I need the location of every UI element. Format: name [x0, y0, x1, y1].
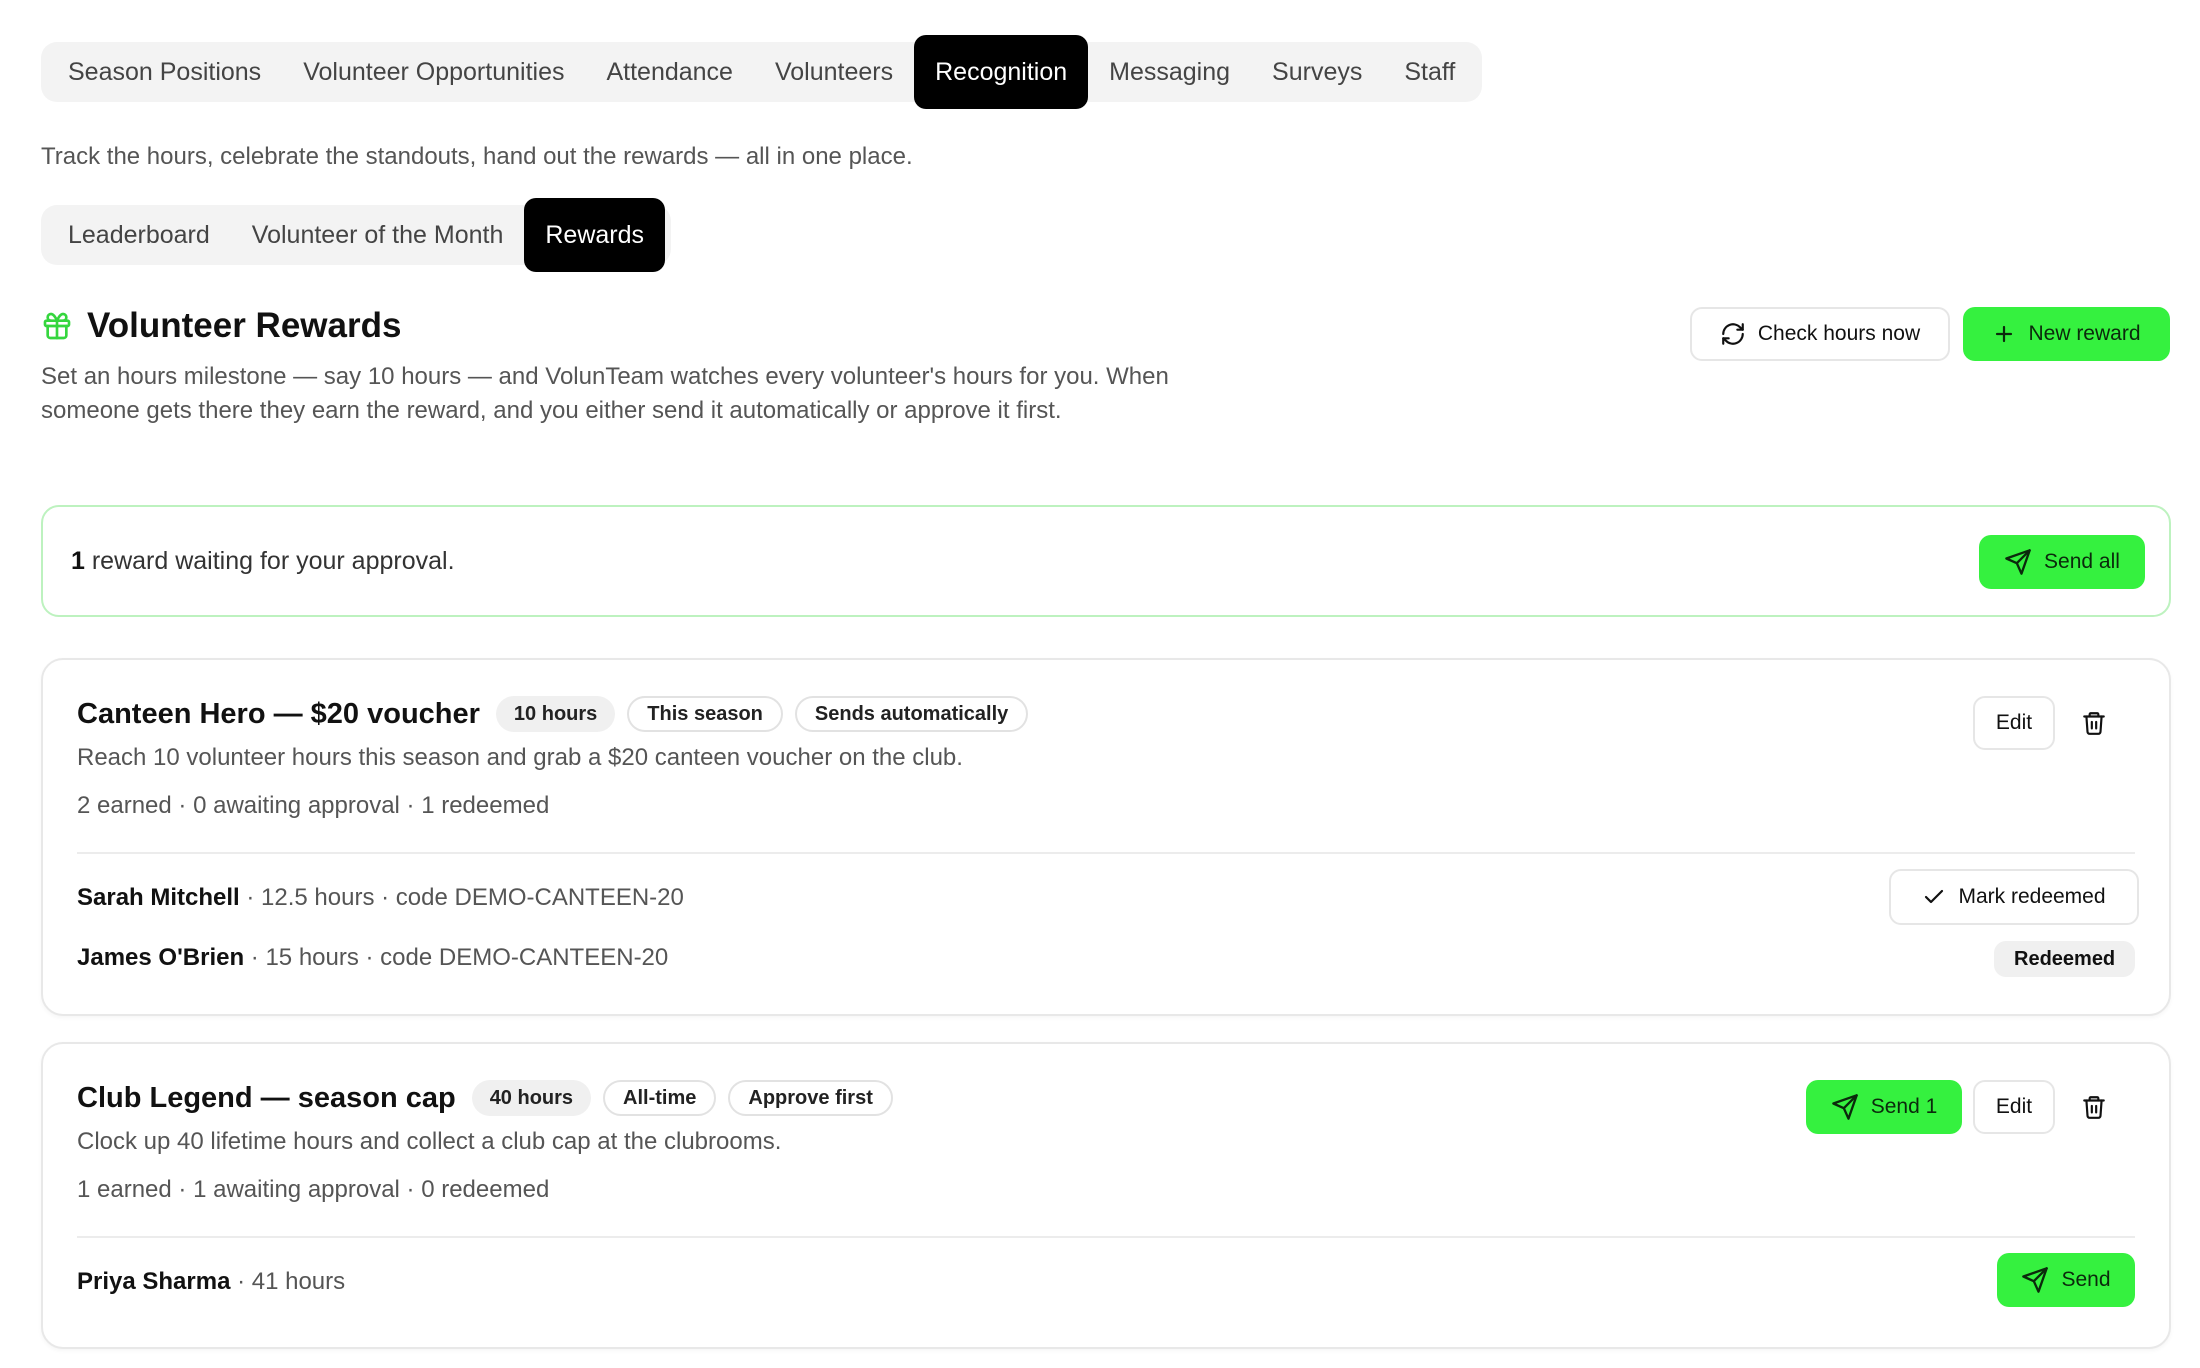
reward-title-row: Club Legend — season cap 40 hours All-ti… [77, 1080, 893, 1116]
reward-stats: 1 earned · 1 awaiting approval · 0 redee… [77, 1176, 550, 1203]
divider [77, 852, 2135, 854]
divider [77, 1236, 2135, 1238]
section-header: Volunteer Rewards [41, 306, 401, 346]
tab-attendance[interactable]: Attendance [585, 42, 754, 102]
reward-title-row: Canteen Hero — $20 voucher 10 hours This… [77, 696, 1029, 732]
page-title: Volunteer Rewards [87, 306, 402, 345]
earner-row: Sarah Mitchell · 12.5 hours · code DEMO-… [77, 884, 684, 912]
status-badge: Redeemed [1994, 941, 2136, 977]
send-one-label: Send 1 [1870, 1095, 1938, 1118]
new-reward-button[interactable]: New reward [1963, 307, 2170, 361]
earner-name: Sarah Mitchell [77, 884, 240, 911]
delivery-chip: Approve first [728, 1080, 893, 1116]
approval-text: reward waiting for your approval. [84, 547, 455, 575]
earner-detail: · 15 hours · code DEMO-CANTEEN-20 [244, 944, 669, 971]
mark-redeemed-label: Mark redeemed [1958, 885, 2106, 908]
send-icon [2004, 548, 2032, 576]
send-icon [1831, 1093, 1859, 1121]
hours-chip: 40 hours [471, 1080, 592, 1116]
top-tab-bar: Season Positions Volunteer Opportunities… [41, 35, 1483, 109]
send-all-button[interactable]: Send all [1979, 535, 2145, 589]
edit-button[interactable]: Edit [1973, 1080, 2055, 1134]
earner-name: Priya Sharma [77, 1268, 231, 1295]
earner-row: Priya Sharma · 41 hours [77, 1268, 345, 1296]
check-hours-button[interactable]: Check hours now [1690, 307, 1950, 361]
send-icon [2021, 1266, 2049, 1294]
check-hours-label: Check hours now [1757, 322, 1921, 345]
edit-button[interactable]: Edit [1973, 696, 2055, 750]
gift-icon [41, 310, 73, 342]
check-icon [1922, 885, 1946, 909]
period-chip: This season [627, 696, 783, 732]
send-button[interactable]: Send [1997, 1253, 2135, 1307]
reward-title: Club Legend — season cap [77, 1081, 456, 1114]
new-reward-label: New reward [2028, 322, 2141, 345]
tab-volunteers[interactable]: Volunteers [754, 42, 914, 102]
tab-staff[interactable]: Staff [1383, 42, 1476, 102]
approval-banner: 1 reward waiting for your approval. Send… [41, 505, 2171, 617]
section-description: Set an hours milestone — say 10 hours — … [41, 363, 1169, 424]
plus-icon [1992, 322, 2016, 346]
earner-row: James O'Brien · 15 hours · code DEMO-CAN… [77, 944, 668, 972]
trash-icon[interactable] [2079, 1091, 2109, 1123]
reward-card: Club Legend — season cap 40 hours All-ti… [41, 1042, 2171, 1349]
approval-message: 1 reward waiting for your approval. [71, 547, 455, 576]
tab-surveys[interactable]: Surveys [1251, 42, 1383, 102]
tab-volunteer-of-the-month[interactable]: Volunteer of the Month [231, 205, 525, 265]
reward-card: Canteen Hero — $20 voucher 10 hours This… [41, 658, 2171, 1016]
tab-season-positions[interactable]: Season Positions [47, 42, 282, 102]
tab-messaging[interactable]: Messaging [1088, 42, 1251, 102]
period-chip: All-time [603, 1080, 717, 1116]
trash-icon[interactable] [2079, 707, 2109, 739]
reward-title: Canteen Hero — $20 voucher [77, 697, 480, 730]
mark-redeemed-button[interactable]: Mark redeemed [1889, 869, 2139, 925]
tab-leaderboard[interactable]: Leaderboard [47, 205, 231, 265]
earner-detail: · 12.5 hours · code DEMO-CANTEEN-20 [239, 884, 684, 911]
earner-name: James O'Brien [77, 944, 245, 971]
page-intro: Track the hours, celebrate the standouts… [41, 143, 913, 170]
send-all-label: Send all [2044, 550, 2120, 573]
tab-volunteer-opportunities[interactable]: Volunteer Opportunities [282, 42, 585, 102]
earner-detail: · 41 hours [230, 1268, 346, 1295]
reward-description: Reach 10 volunteer hours this season and… [77, 744, 963, 771]
send-one-button[interactable]: Send 1 [1806, 1080, 1962, 1134]
approval-count: 1 [71, 547, 85, 575]
page: Season Positions Volunteer Opportunities… [0, 0, 2200, 1368]
refresh-icon [1720, 321, 1746, 347]
hours-chip: 10 hours [495, 696, 616, 732]
sub-tab-bar: Leaderboard Volunteer of the Month Rewar… [41, 198, 672, 272]
tab-recognition[interactable]: Recognition [914, 35, 1089, 109]
reward-description: Clock up 40 lifetime hours and collect a… [77, 1128, 782, 1155]
delivery-chip: Sends automatically [794, 696, 1029, 732]
send-label: Send [2061, 1268, 2111, 1291]
reward-stats: 2 earned · 0 awaiting approval · 1 redee… [77, 792, 550, 819]
tab-rewards[interactable]: Rewards [524, 198, 666, 272]
